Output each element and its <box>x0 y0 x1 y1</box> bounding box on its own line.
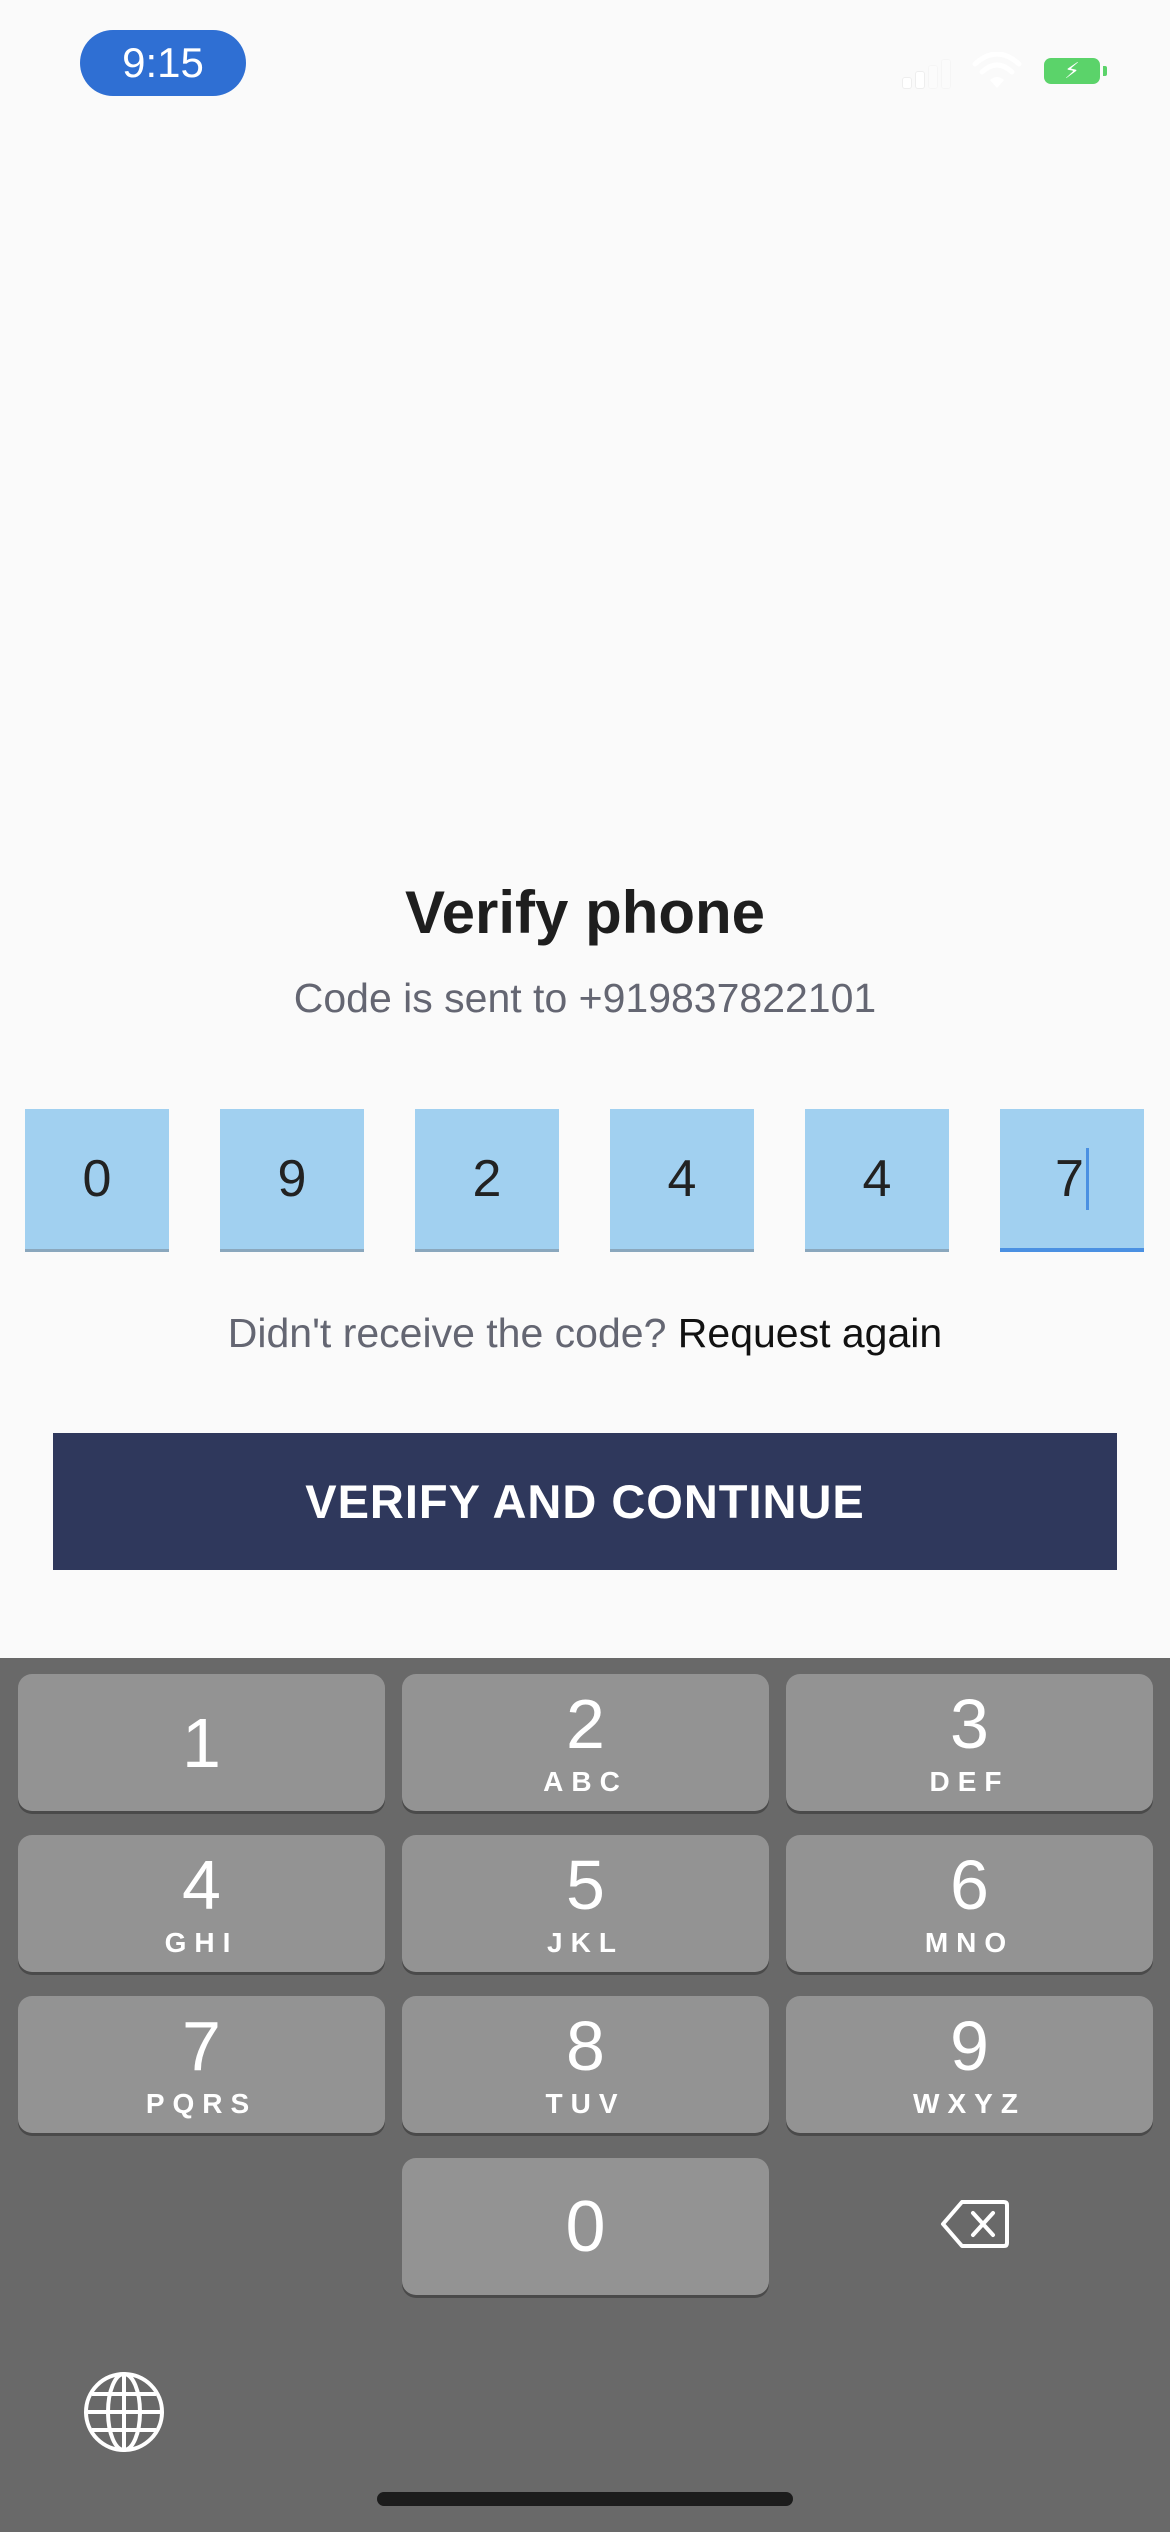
key-letters: WXYZ <box>913 2087 1026 2119</box>
otp-digit-5[interactable]: 4 <box>805 1109 949 1252</box>
request-again-link[interactable]: Request again <box>678 1310 942 1356</box>
key-9[interactable]: 9 WXYZ <box>786 1996 1153 2133</box>
key-letters: MNO <box>924 1926 1015 1958</box>
backspace-icon[interactable] <box>940 2198 1010 2250</box>
page-title: Verify phone <box>404 879 766 946</box>
otp-digit-value: 9 <box>277 1150 307 1208</box>
key-number: 5 <box>566 1845 605 1924</box>
cellular-signal-icon <box>903 54 950 88</box>
key-number: 2 <box>566 1684 605 1763</box>
key-letters: DEF <box>929 1765 1010 1797</box>
key-number: 1 <box>182 1703 221 1782</box>
status-icons: ⚡ <box>903 52 1107 90</box>
otp-digit-2[interactable]: 9 <box>220 1109 364 1252</box>
otp-digit-value: 7 <box>1055 1149 1084 1208</box>
resend-row: Didn't receive the code? Request again <box>0 1310 1170 1357</box>
text-cursor <box>1085 1147 1089 1210</box>
otp-digit-value: 4 <box>862 1150 892 1208</box>
key-6[interactable]: 6 MNO <box>786 1835 1153 1972</box>
key-4[interactable]: 4 GHI <box>18 1835 385 1972</box>
globe-icon[interactable] <box>82 2370 166 2454</box>
key-8[interactable]: 8 TUV <box>402 1996 769 2133</box>
key-7[interactable]: 7 PQRS <box>18 1996 385 2133</box>
key-letters: GHI <box>164 1926 239 1958</box>
key-number: 4 <box>182 1845 221 1924</box>
key-letters: TUV <box>545 2087 626 2119</box>
otp-digit-value: 2 <box>472 1150 502 1208</box>
verify-and-continue-button[interactable]: VERIFY AND CONTINUE <box>53 1433 1117 1570</box>
battery-charging-icon: ⚡ <box>1044 58 1107 84</box>
key-number: 7 <box>182 2006 221 2085</box>
key-1[interactable]: 1 <box>18 1674 385 1811</box>
key-2[interactable]: 2 ABC <box>402 1674 769 1811</box>
otp-digit-1[interactable]: 0 <box>25 1109 169 1252</box>
wifi-icon <box>972 52 1022 88</box>
key-number: 8 <box>566 2006 605 2085</box>
numeric-keyboard: 1 2 ABC 3 DEF 4 GHI 5 JKL 6 MNO 7 PQRS 8 TUV 9W… <box>0 1658 1170 2532</box>
home-indicator <box>377 2492 793 2506</box>
key-letters: ABC <box>543 1765 628 1797</box>
key-number: 9 <box>950 2006 989 2085</box>
key-number: 6 <box>950 1845 989 1924</box>
otp-digit-3[interactable]: 2 <box>415 1109 559 1252</box>
resend-prompt: Didn't receive the code? <box>227 1310 667 1356</box>
otp-digit-value: 4 <box>667 1150 697 1208</box>
status-time: 9:15 <box>80 30 246 96</box>
otp-digit-6[interactable]: 7 <box>1000 1109 1144 1252</box>
key-number: 0 <box>565 2186 606 2267</box>
key-3[interactable]: 3 DEF <box>786 1674 1153 1811</box>
key-letters: PQRS <box>145 2087 258 2119</box>
code-sent-subtitle: Code is sent to +919837822101 <box>293 975 877 1021</box>
key-number: 3 <box>950 1684 989 1763</box>
key-0[interactable]: 0 <box>402 2158 769 2295</box>
otp-digit-value: 0 <box>82 1150 112 1208</box>
key-letters: JKL <box>547 1926 624 1958</box>
key-5[interactable]: 5 JKL <box>402 1835 769 1972</box>
otp-digit-4[interactable]: 4 <box>610 1109 754 1252</box>
